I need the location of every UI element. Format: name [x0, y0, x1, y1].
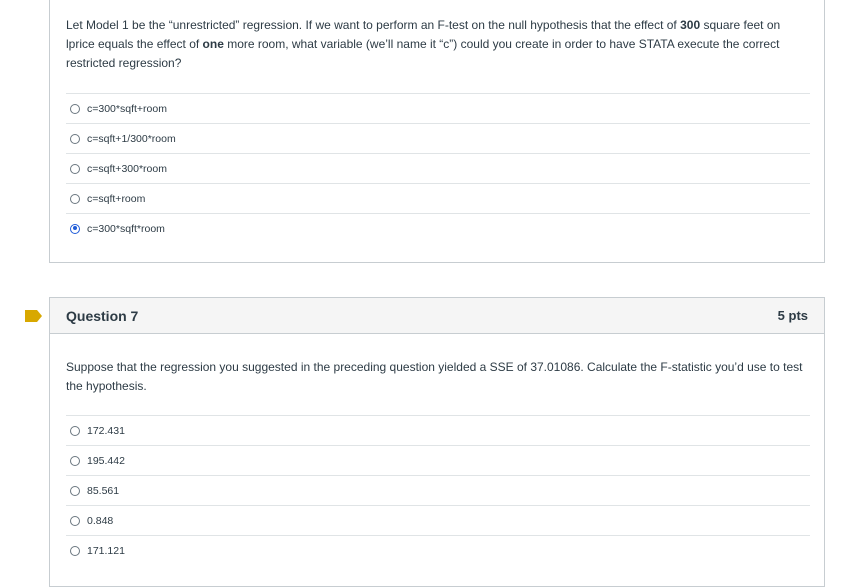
radio-button[interactable]	[70, 163, 80, 174]
radio-button[interactable]	[70, 545, 80, 556]
question-6-card: Let Model 1 be the “unrestricted” regres…	[49, 0, 825, 263]
q6-text-part: 300	[680, 18, 701, 32]
answer-option[interactable]: 195.442	[66, 445, 810, 475]
answer-option[interactable]: c=sqft+room	[66, 183, 810, 213]
answer-label: c=300*sqft*room	[87, 222, 165, 235]
q6-text-part: Let Model 1 be the “unrestricted” regres…	[66, 18, 681, 32]
question-6-answers: c=300*sqft+room c=sqft+1/300*room c=sqft…	[66, 93, 810, 243]
answer-label: c=sqft+300*room	[87, 162, 167, 175]
question-6-text: Let Model 1 be the “unrestricted” regres…	[66, 16, 811, 73]
radio-button-selected[interactable]	[70, 223, 80, 234]
answer-label: 195.442	[87, 454, 125, 467]
answer-option[interactable]: c=300*sqft+room	[66, 93, 810, 123]
answer-option-selected[interactable]: c=300*sqft*room	[66, 213, 810, 243]
radio-button[interactable]	[70, 193, 80, 204]
radio-button[interactable]	[70, 103, 80, 114]
radio-button[interactable]	[70, 485, 80, 496]
answer-option[interactable]: 85.561	[66, 475, 810, 505]
answer-option[interactable]: 172.431	[66, 415, 810, 445]
answer-label: 0.848	[87, 514, 114, 527]
answer-label: 85.561	[87, 484, 120, 497]
answer-label: 171.121	[87, 544, 125, 557]
question-7-text: Suppose that the regression you suggeste…	[66, 360, 803, 393]
question-points: 5 pts	[777, 308, 808, 323]
radio-button[interactable]	[70, 425, 80, 436]
answer-label: c=300*sqft+room	[87, 102, 167, 115]
bookmark-flag-icon[interactable]	[25, 310, 42, 322]
question-title: Question 7	[66, 308, 139, 324]
radio-button[interactable]	[70, 455, 80, 466]
radio-button[interactable]	[70, 133, 80, 144]
answer-option[interactable]: c=sqft+300*room	[66, 153, 810, 183]
answer-label: c=sqft+room	[87, 192, 146, 205]
answer-label: c=sqft+1/300*room	[87, 132, 176, 145]
answer-option[interactable]: 0.848	[66, 505, 810, 535]
answer-option[interactable]: 171.121	[66, 535, 810, 565]
question-7-answers: 172.431 195.442 85.561 0.848 171.121	[66, 415, 810, 565]
radio-button[interactable]	[70, 515, 80, 526]
question-7-header: Question 7 5 pts	[50, 298, 824, 334]
answer-option[interactable]: c=sqft+1/300*room	[66, 123, 810, 153]
question-7-card: Question 7 5 pts Suppose that the regres…	[49, 297, 825, 587]
answer-label: 172.431	[87, 424, 125, 437]
q6-text-part: one	[202, 37, 224, 51]
